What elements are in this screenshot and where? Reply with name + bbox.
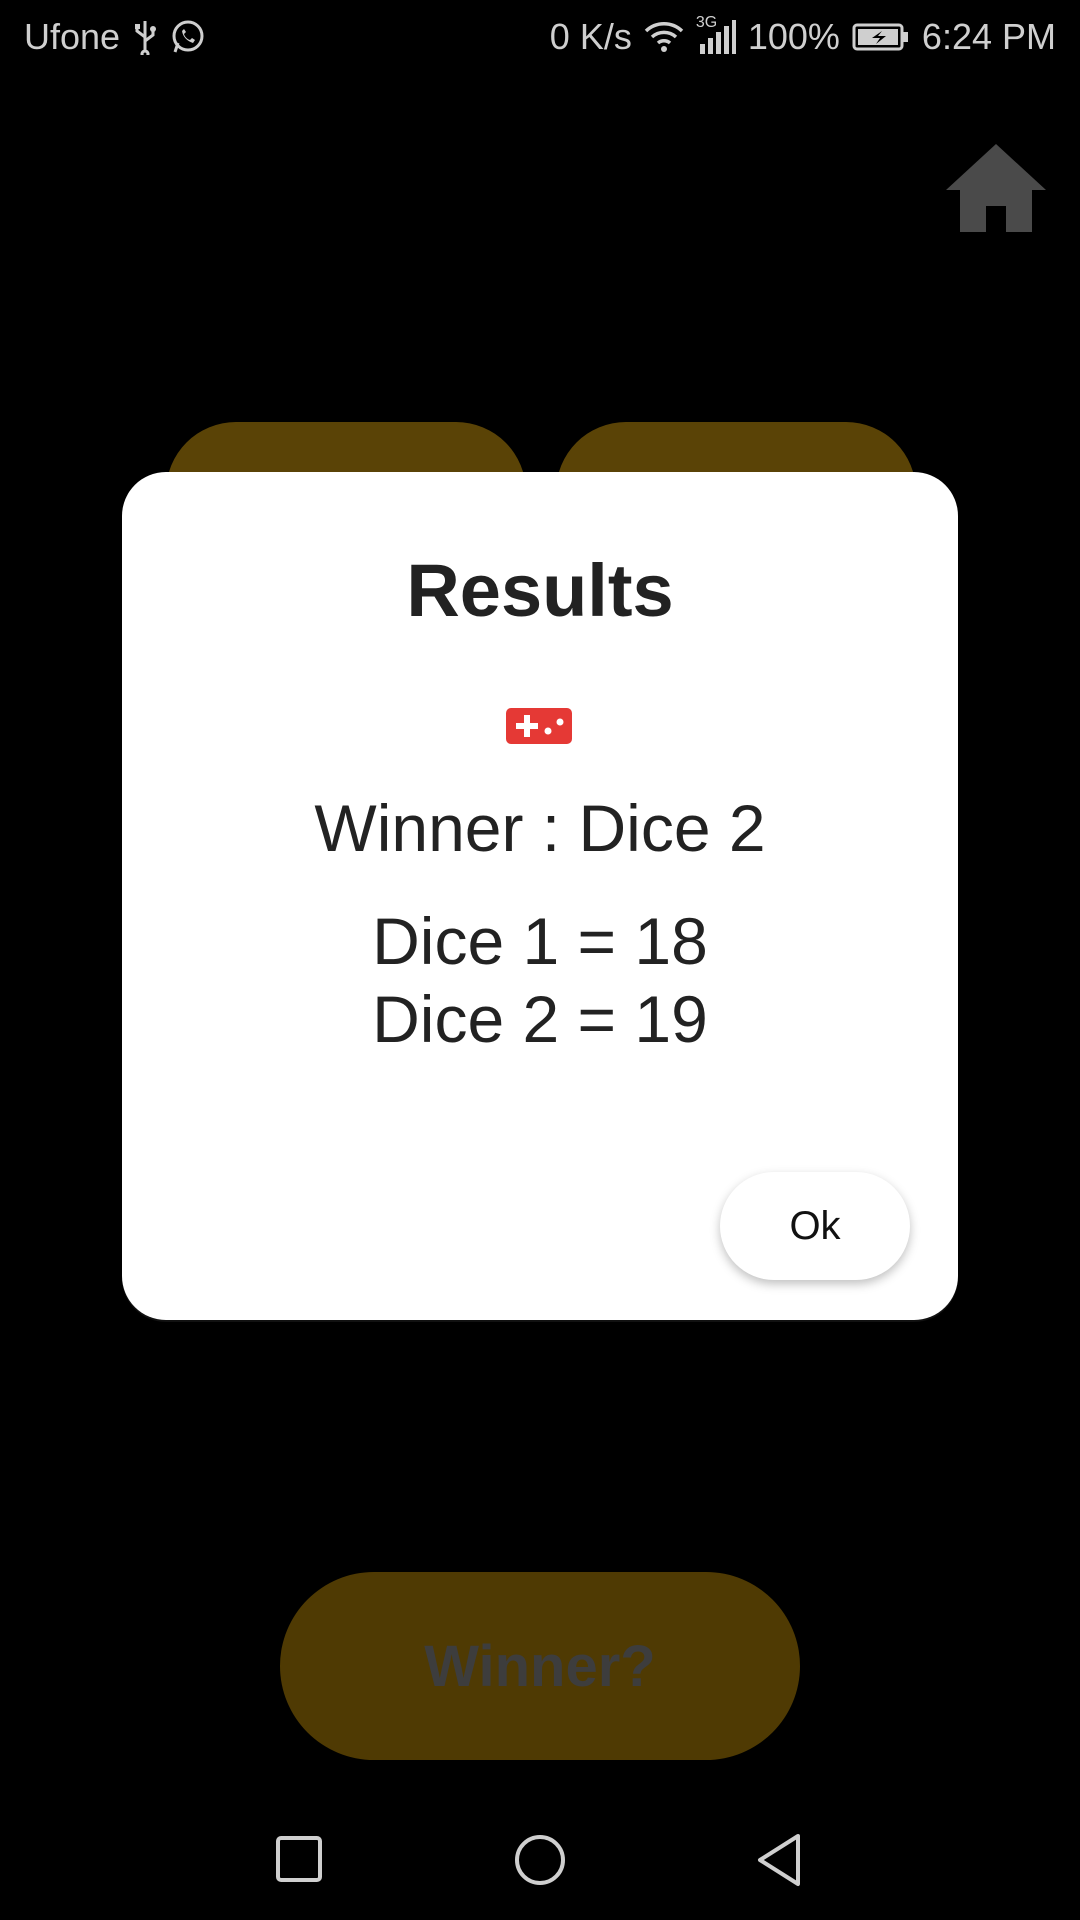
clock: 6:24 PM bbox=[921, 16, 1056, 57]
whatsapp-icon bbox=[170, 19, 206, 55]
winner-button[interactable]: Winner? bbox=[280, 1572, 800, 1760]
battery-percent: 100% bbox=[747, 16, 840, 57]
ok-button-label: Ok bbox=[789, 1203, 841, 1248]
home-nav-button[interactable] bbox=[510, 1830, 570, 1890]
gamepad-icon bbox=[506, 708, 572, 744]
recents-button[interactable] bbox=[270, 1830, 330, 1890]
scores: Dice 1 = 18 Dice 2 = 19 bbox=[122, 902, 958, 1058]
status-bar: Ufone 0 K/s 3G 100% 6:24 PM bbox=[0, 0, 1080, 76]
home-button[interactable] bbox=[944, 140, 1048, 236]
battery-charging-icon bbox=[852, 23, 910, 51]
back-button[interactable] bbox=[750, 1830, 810, 1890]
dice-1-score: Dice 1 = 18 bbox=[372, 904, 708, 978]
dialog-title: Results bbox=[406, 549, 674, 632]
network-type: 3G bbox=[695, 14, 718, 31]
results-dialog: Results Winner : Dice 2 Dice 1 = 18 Dice… bbox=[122, 472, 958, 1320]
dice-2-score: Dice 2 = 19 bbox=[372, 982, 708, 1056]
square-icon bbox=[276, 1836, 322, 1882]
winner-button-label: Winner? bbox=[424, 1633, 656, 1699]
navigation-bar bbox=[0, 1800, 1080, 1920]
network-speed: 0 K/s bbox=[549, 16, 632, 57]
winner-text: Winner : Dice 2 bbox=[314, 791, 766, 865]
cell-signal-icon: 3G bbox=[696, 14, 736, 54]
carrier-name: Ufone bbox=[24, 16, 121, 57]
back-triangle-icon bbox=[758, 1834, 800, 1886]
home-icon bbox=[946, 144, 1046, 232]
wifi-icon bbox=[644, 21, 684, 53]
circle-icon bbox=[515, 1835, 565, 1885]
ok-button[interactable]: Ok bbox=[720, 1172, 910, 1280]
usb-icon bbox=[134, 19, 157, 55]
